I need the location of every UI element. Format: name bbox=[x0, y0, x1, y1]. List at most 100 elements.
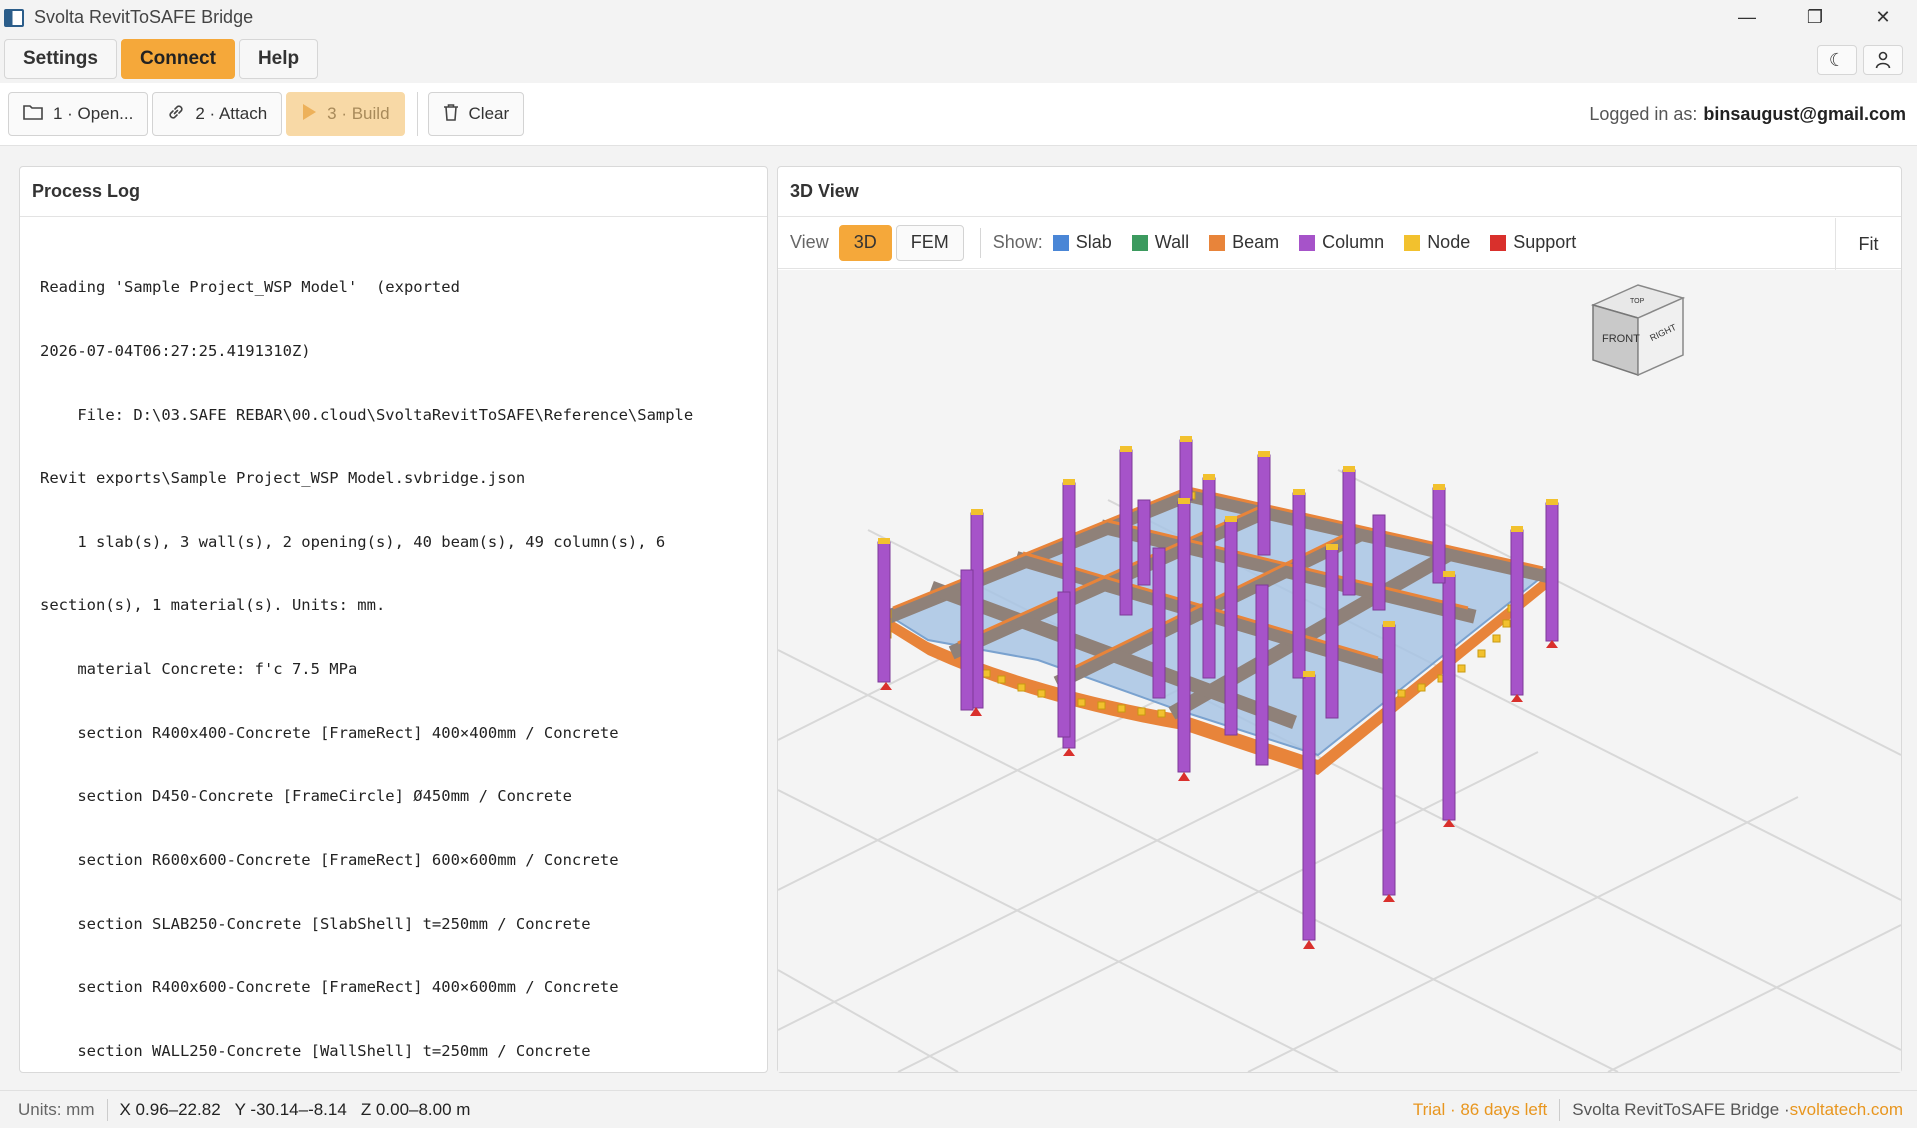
column bbox=[1257, 454, 1271, 556]
open-label: 1 · Open... bbox=[53, 104, 134, 123]
status-divider bbox=[106, 1098, 108, 1121]
status-right: Trial · 86 days left Svolta RevitToSAFE … bbox=[1413, 1091, 1903, 1128]
attach-label: 2 · Attach bbox=[195, 104, 268, 123]
menu-help[interactable]: Help bbox=[238, 39, 319, 79]
log-line: 1 slab(s), 3 wall(s), 2 opening(s), 40 b… bbox=[40, 532, 666, 551]
folder-icon bbox=[23, 104, 43, 125]
view-toolbar-divider bbox=[979, 227, 981, 258]
node-swatch bbox=[1404, 234, 1421, 251]
column bbox=[1179, 439, 1193, 501]
toolbar-divider bbox=[416, 92, 418, 136]
legend-node[interactable]: Node bbox=[1404, 232, 1470, 253]
view-mode-3d[interactable]: 3D bbox=[838, 224, 892, 261]
view-cube[interactable]: FRONT RIGHT TOP bbox=[1590, 284, 1686, 377]
legend-support[interactable]: Support bbox=[1490, 232, 1576, 253]
log-line: material Concrete: f'c 7.5 MPa bbox=[40, 660, 358, 679]
toolbar: 1 · Open... 2 · Attach 3 · Build Clear L… bbox=[0, 83, 1917, 146]
build-label: 3 · Build bbox=[327, 104, 390, 123]
website-link[interactable]: svoltatech.com bbox=[1790, 1100, 1903, 1120]
log-line: section R600x600-Concrete [FrameRect] 60… bbox=[40, 850, 619, 869]
build-button[interactable]: 3 · Build bbox=[286, 92, 405, 136]
show-label: Show: bbox=[992, 232, 1043, 252]
column bbox=[1302, 674, 1316, 941]
column bbox=[1057, 591, 1071, 738]
cube-front-label: FRONT bbox=[1602, 333, 1640, 345]
open-button[interactable]: 1 · Open... bbox=[8, 92, 149, 136]
column bbox=[1510, 529, 1524, 696]
column bbox=[1442, 574, 1456, 821]
log-line: 2026-07-04T06:27:25.4191310Z) bbox=[40, 342, 311, 361]
legend-label: Support bbox=[1513, 232, 1577, 252]
wall-swatch bbox=[1131, 234, 1148, 251]
model-canvas[interactable]: FRONT RIGHT TOP bbox=[778, 270, 1901, 1072]
column bbox=[1177, 501, 1191, 773]
column bbox=[877, 541, 891, 683]
theme-toggle-icon[interactable]: ☾ bbox=[1817, 45, 1857, 75]
3d-viewport[interactable]: FRONT RIGHT TOP bbox=[778, 270, 1901, 1072]
process-log-text[interactable]: Reading 'Sample Project_WSP Model' (expo… bbox=[20, 217, 767, 1104]
fit-button[interactable]: Fit bbox=[1835, 218, 1901, 270]
product-name: Svolta RevitToSAFE Bridge · bbox=[1572, 1100, 1790, 1119]
legend-wall[interactable]: Wall bbox=[1131, 232, 1189, 253]
view-mode-fem[interactable]: FEM bbox=[895, 224, 964, 261]
cube-top-label: TOP bbox=[1630, 298, 1645, 305]
log-line: Revit exports\Sample Project_WSP Model.s… bbox=[40, 469, 526, 488]
log-line: section SLAB250-Concrete [SlabShell] t=2… bbox=[40, 914, 591, 933]
menu-right-actions: ☾ bbox=[1817, 45, 1903, 75]
minimize-button[interactable]: — bbox=[1713, 0, 1781, 35]
window-controls: — ❐ ✕ bbox=[1713, 0, 1917, 35]
column bbox=[1152, 547, 1166, 699]
menu-settings[interactable]: Settings bbox=[4, 39, 117, 79]
column bbox=[1432, 487, 1446, 584]
play-icon bbox=[301, 103, 317, 126]
3d-view-panel: 3D View View 3D FEM Show: Slab Wall Beam… bbox=[777, 166, 1902, 1073]
legend-label: Slab bbox=[1075, 232, 1112, 252]
legend-beam[interactable]: Beam bbox=[1209, 232, 1279, 253]
attach-button[interactable]: 2 · Attach bbox=[152, 92, 283, 136]
logged-in-user: binsaugust@gmail.com bbox=[1703, 104, 1906, 124]
legend-label: Beam bbox=[1232, 232, 1280, 252]
app-icon bbox=[4, 8, 24, 27]
log-line: section(s), 1 material(s). Units: mm. bbox=[40, 596, 386, 615]
log-line: section D450-Concrete [FrameCircle] Ø450… bbox=[40, 787, 572, 806]
clear-button[interactable]: Clear bbox=[427, 92, 525, 136]
column bbox=[1342, 469, 1356, 596]
column bbox=[1325, 547, 1339, 719]
login-status: Logged in as: binsaugust@gmail.com bbox=[1589, 83, 1906, 146]
legend-slab[interactable]: Slab bbox=[1052, 232, 1112, 253]
3d-view-title: 3D View bbox=[778, 167, 1901, 217]
status-bar: Units: mm X 0.96–22.82 Y -30.14–-8.14 Z … bbox=[0, 1090, 1917, 1128]
legend-column[interactable]: Column bbox=[1299, 232, 1384, 253]
log-line: File: D:\03.SAFE REBAR\00.cloud\SvoltaRe… bbox=[40, 405, 694, 424]
clear-label: Clear bbox=[468, 104, 510, 123]
column bbox=[1372, 514, 1386, 611]
logged-in-prefix: Logged in as: bbox=[1589, 104, 1698, 124]
log-line: section R400x600-Concrete [FrameRect] 40… bbox=[40, 978, 619, 997]
legend-label: Column bbox=[1322, 232, 1385, 252]
log-line: section WALL250-Concrete [WallShell] t=2… bbox=[40, 1041, 591, 1060]
column bbox=[1119, 449, 1133, 616]
column bbox=[1292, 492, 1306, 679]
menu-connect[interactable]: Connect bbox=[120, 39, 235, 79]
process-log-title: Process Log bbox=[20, 167, 767, 217]
trash-icon bbox=[443, 103, 459, 126]
link-icon bbox=[167, 103, 185, 126]
log-line: Reading 'Sample Project_WSP Model' (expo… bbox=[40, 278, 460, 297]
x-range: X 0.96–22.82 bbox=[119, 1099, 221, 1119]
status-divider bbox=[1559, 1099, 1561, 1121]
view-label: View bbox=[790, 232, 829, 252]
slab-swatch bbox=[1052, 234, 1069, 251]
restore-button[interactable]: ❐ bbox=[1781, 0, 1849, 35]
column bbox=[1224, 519, 1238, 736]
column-swatch bbox=[1299, 234, 1316, 251]
column bbox=[1137, 499, 1151, 586]
column bbox=[960, 569, 974, 711]
close-button[interactable]: ✕ bbox=[1849, 0, 1917, 35]
column bbox=[1545, 502, 1559, 642]
column bbox=[1255, 584, 1269, 766]
menu-bar: Settings Connect Help ☾ bbox=[0, 35, 1917, 83]
z-range: Z 0.00–8.00 m bbox=[360, 1099, 471, 1119]
trial-status: Trial · 86 days left bbox=[1412, 1100, 1548, 1119]
legend-label: Node bbox=[1427, 232, 1471, 252]
user-icon[interactable] bbox=[1863, 45, 1903, 75]
